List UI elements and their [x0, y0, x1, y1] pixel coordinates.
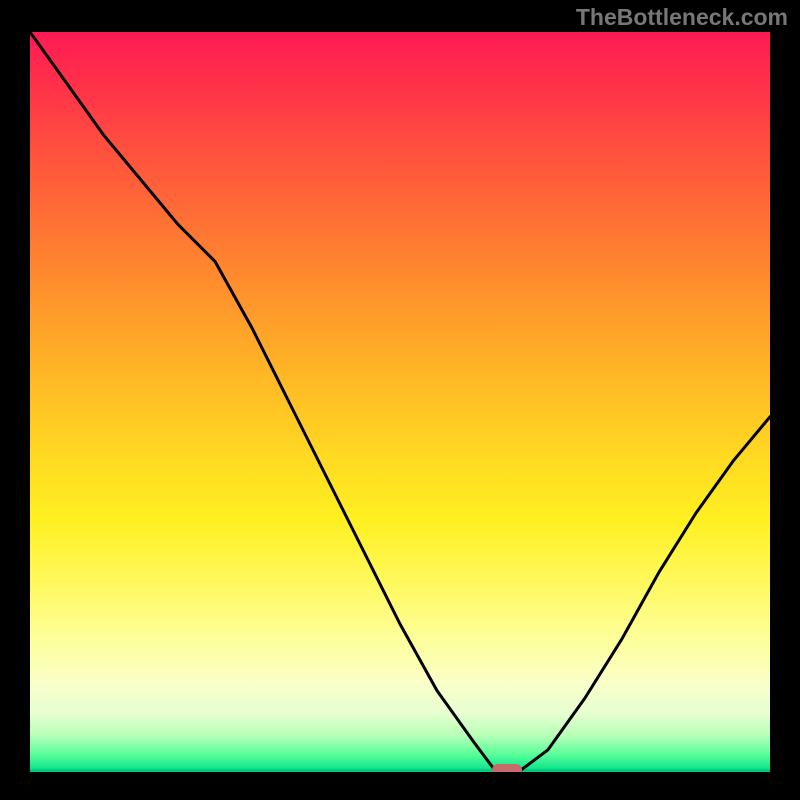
bottleneck-curve	[30, 32, 770, 772]
optimal-marker	[492, 764, 522, 772]
plot-area	[30, 32, 770, 772]
watermark-text: TheBottleneck.com	[576, 4, 788, 31]
chart-frame: TheBottleneck.com	[0, 0, 800, 800]
